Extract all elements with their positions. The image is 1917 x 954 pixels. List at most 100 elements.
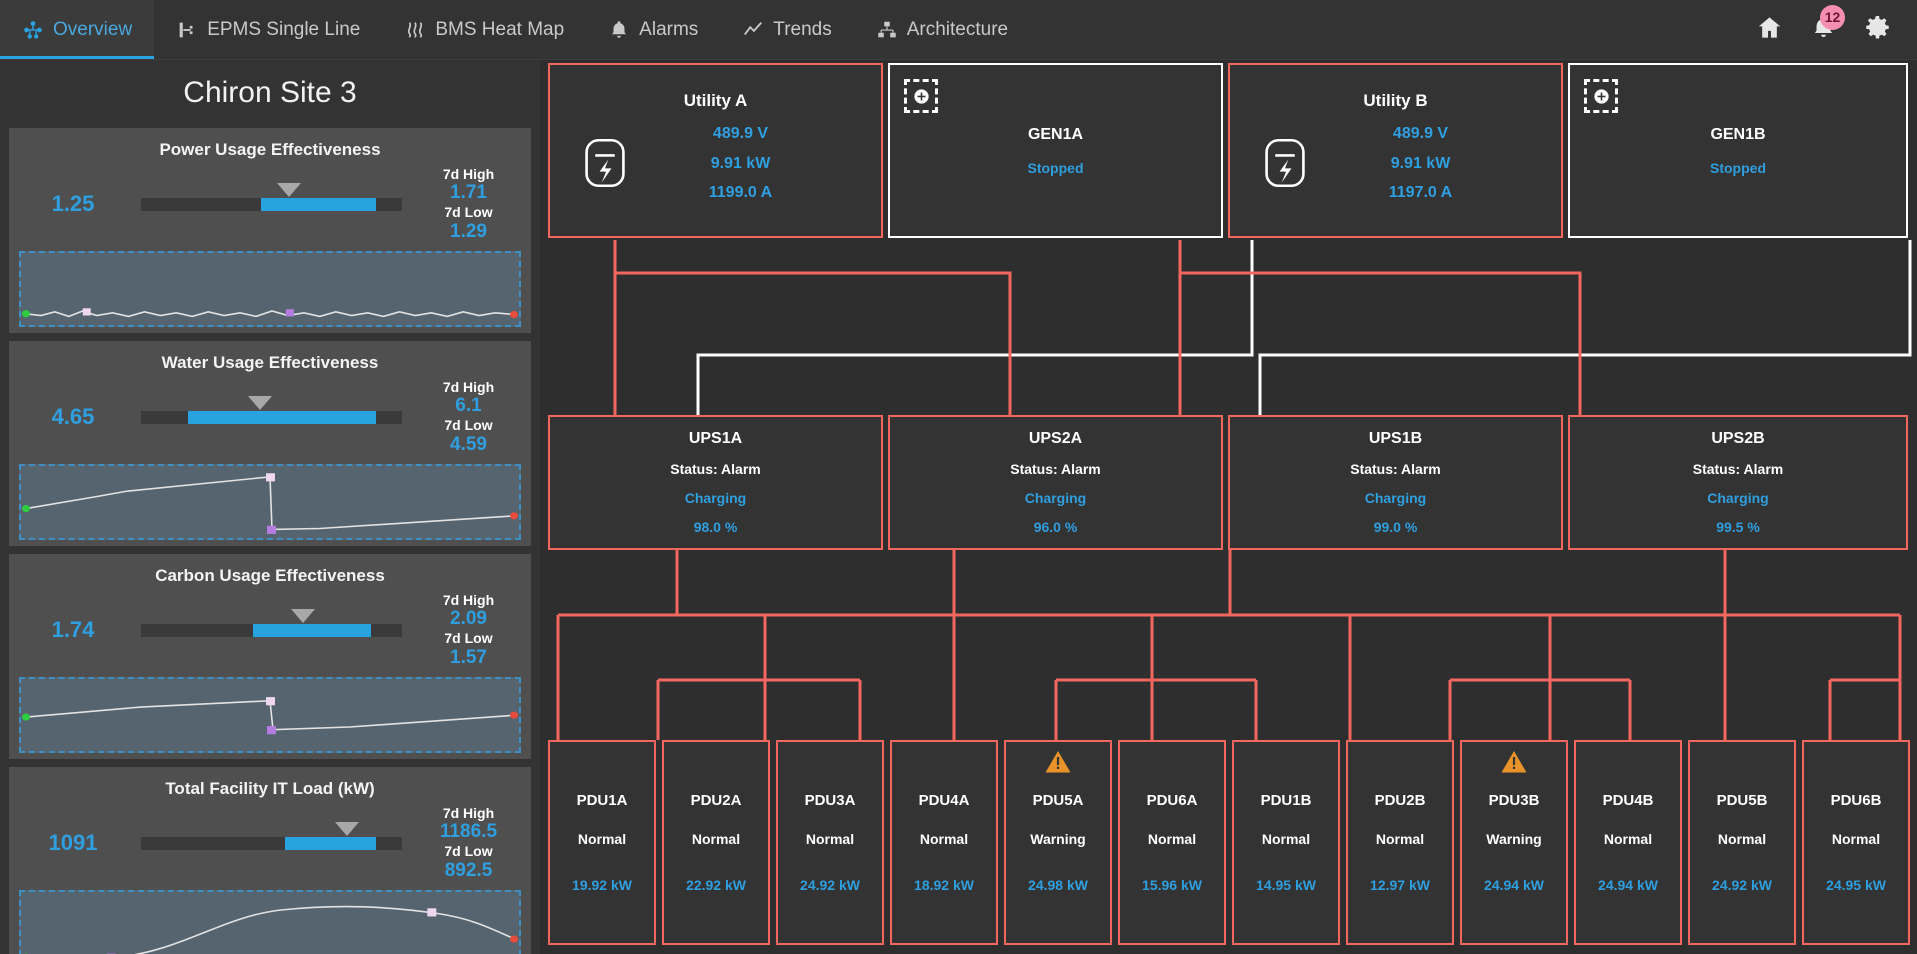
hierarchy-icon bbox=[876, 19, 898, 41]
kpi-low-value: 892.5 bbox=[444, 859, 493, 881]
node-pdu2b[interactable]: PDU2B Normal 12.97 kW bbox=[1346, 740, 1454, 945]
kpi-card-water-usage-effectiveness[interactable]: Water Usage Effectiveness 4.65 7d High 6… bbox=[9, 341, 531, 546]
kpi-low-label: 7d Low bbox=[444, 630, 493, 647]
tab-trends[interactable]: Trends bbox=[720, 0, 853, 59]
node-pdu1a[interactable]: PDU1A Normal 19.92 kW bbox=[548, 740, 656, 945]
settings-button[interactable] bbox=[1863, 15, 1891, 44]
tab-overview[interactable]: Overview bbox=[0, 0, 155, 59]
kpi-bar-fill bbox=[261, 197, 376, 211]
node-title: PDU1B bbox=[1260, 792, 1312, 809]
kpi-title: Carbon Usage Effectiveness bbox=[155, 566, 385, 585]
kpi-bar-fill bbox=[187, 410, 376, 424]
add-device-icon[interactable] bbox=[1584, 79, 1618, 113]
node-pdu6b[interactable]: PDU6B Normal 24.95 kW bbox=[1802, 740, 1910, 945]
node-power: 14.95 kW bbox=[1256, 877, 1316, 893]
kpi-range-bar[interactable] bbox=[127, 182, 416, 211]
node-title: PDU6B bbox=[1830, 792, 1882, 809]
kpi-range-bar[interactable] bbox=[127, 821, 416, 850]
tab-alarms[interactable]: Alarms bbox=[586, 0, 720, 59]
node-power: 18.92 kW bbox=[914, 877, 974, 893]
tab-epms-single-line[interactable]: EPMS Single Line bbox=[154, 0, 382, 59]
tab-label: Overview bbox=[53, 18, 133, 40]
bell-icon bbox=[608, 19, 630, 41]
node-power: 24.92 kW bbox=[1712, 877, 1772, 893]
node-ups1b[interactable]: UPS1B Status: Alarm Charging 99.0 % bbox=[1228, 415, 1563, 550]
tab-label: Trends bbox=[773, 18, 832, 40]
kpi-bar-marker bbox=[291, 608, 316, 623]
tab-bms-heat-map[interactable]: BMS Heat Map bbox=[382, 0, 586, 59]
node-gen1b[interactable]: GEN1B Stopped bbox=[1568, 63, 1908, 238]
node-pdu4a[interactable]: PDU4A Normal 18.92 kW bbox=[890, 740, 998, 945]
kpi-gauge-row: 1.25 7d High 1.71 7d Low 1.29 bbox=[19, 160, 521, 243]
kpi-high-low: 7d High 6.1 7d Low 4.59 bbox=[416, 379, 521, 456]
kpi-title: Power Usage Effectiveness bbox=[159, 140, 381, 159]
node-gen1a[interactable]: GEN1A Stopped bbox=[888, 63, 1223, 238]
node-title: PDU1A bbox=[576, 792, 628, 809]
kpi-title: Total Facility IT Load (kW) bbox=[165, 779, 375, 798]
kpi-range-bar[interactable] bbox=[127, 395, 416, 424]
kpi-title: Water Usage Effectiveness bbox=[161, 353, 379, 372]
top-navigation-bar: Overview EPMS Single Line BMS Heat Map A… bbox=[0, 0, 1917, 60]
node-title: PDU3A bbox=[804, 792, 856, 809]
kpi-card-carbon-usage-effectiveness[interactable]: Carbon Usage Effectiveness 1.74 7d High … bbox=[9, 554, 531, 759]
node-metric-power: 9.91 kW bbox=[710, 154, 771, 172]
node-title: PDU3B bbox=[1488, 792, 1540, 809]
node-title: UPS1B bbox=[1368, 430, 1423, 447]
node-metric-power: 9.91 kW bbox=[1390, 154, 1451, 172]
node-pdu3a[interactable]: PDU3A Normal 24.92 kW bbox=[776, 740, 884, 945]
header-actions: 12 bbox=[1755, 0, 1917, 59]
node-title: GEN1B bbox=[1710, 125, 1766, 143]
node-utility-a[interactable]: Utility A 489.9 V 9.91 kW 1199.0 A bbox=[548, 63, 883, 238]
network-nodes-icon bbox=[22, 19, 44, 41]
tab-label: Alarms bbox=[639, 18, 699, 40]
node-title: Utility A bbox=[683, 91, 748, 110]
node-power: 24.94 kW bbox=[1598, 877, 1658, 893]
node-ups2a[interactable]: UPS2A Status: Alarm Charging 96.0 % bbox=[888, 415, 1223, 550]
node-status: Warning bbox=[1030, 831, 1086, 847]
node-title: PDU5B bbox=[1716, 792, 1768, 809]
kpi-high-value: 1186.5 bbox=[439, 821, 498, 843]
tab-architecture[interactable]: Architecture bbox=[854, 0, 1030, 59]
node-pdu1b[interactable]: PDU1B Normal 14.95 kW bbox=[1232, 740, 1340, 945]
kpi-card-power-usage-effectiveness[interactable]: Power Usage Effectiveness 1.25 7d High 1… bbox=[9, 128, 531, 333]
home-button[interactable] bbox=[1755, 16, 1783, 44]
node-title: UPS2A bbox=[1028, 430, 1083, 447]
notifications-button[interactable]: 12 bbox=[1809, 4, 1845, 44]
kpi-current-value: 1.74 bbox=[51, 617, 95, 643]
node-title: GEN1A bbox=[1027, 125, 1084, 143]
kpi-sidebar: Chiron Site 3 Power Usage Effectiveness … bbox=[0, 60, 540, 954]
node-ups2b[interactable]: UPS2B Status: Alarm Charging 99.5 % bbox=[1568, 415, 1908, 550]
kpi-gauge-row: 4.65 7d High 6.1 7d Low 4.59 bbox=[19, 373, 521, 456]
node-title: PDU2B bbox=[1374, 792, 1426, 809]
kpi-high-label: 7d High bbox=[442, 805, 495, 821]
kpi-low-label: 7d Low bbox=[444, 204, 493, 221]
node-charge: 99.5 % bbox=[1716, 519, 1760, 535]
node-pdu6a[interactable]: PDU6A Normal 15.96 kW bbox=[1118, 740, 1226, 945]
kpi-current-value: 1091 bbox=[48, 830, 98, 856]
node-pdu3b[interactable]: PDU3B Warning 24.94 kW bbox=[1460, 740, 1568, 945]
node-mode: Charging bbox=[684, 490, 747, 506]
node-power: 22.92 kW bbox=[686, 877, 746, 893]
node-pdu4b[interactable]: PDU4B Normal 24.94 kW bbox=[1574, 740, 1682, 945]
add-device-icon[interactable] bbox=[904, 79, 938, 113]
node-title: PDU2A bbox=[690, 792, 742, 809]
node-title: Utility B bbox=[1363, 91, 1428, 110]
kpi-range-bar[interactable] bbox=[127, 608, 416, 637]
kpi-high-low: 7d High 2.09 7d Low 1.57 bbox=[416, 592, 521, 669]
kpi-gauge-row: 1091 7d High 1186.5 7d Low 892.5 bbox=[19, 799, 521, 882]
node-pdu2a[interactable]: PDU2A Normal 22.92 kW bbox=[662, 740, 770, 945]
node-status: Normal bbox=[1375, 831, 1425, 847]
node-utility-b[interactable]: Utility B 489.9 V 9.91 kW 1197.0 A bbox=[1228, 63, 1563, 238]
kpi-bar-track bbox=[141, 623, 402, 637]
node-mode: Charging bbox=[1024, 490, 1087, 506]
node-pdu5a[interactable]: PDU5A Warning 24.98 kW bbox=[1004, 740, 1112, 945]
tab-label: EPMS Single Line bbox=[207, 18, 361, 40]
kpi-card-total-facility-it-load[interactable]: Total Facility IT Load (kW) 1091 7d High… bbox=[9, 767, 531, 954]
kpi-low-value: 1.57 bbox=[450, 646, 487, 668]
kpi-bar-marker bbox=[276, 182, 301, 197]
kpi-high-value: 1.71 bbox=[450, 182, 487, 204]
node-ups1a[interactable]: UPS1A Status: Alarm Charging 98.0 % bbox=[548, 415, 883, 550]
kpi-sparkline bbox=[19, 676, 521, 753]
node-pdu5b[interactable]: PDU5B Normal 24.92 kW bbox=[1688, 740, 1796, 945]
